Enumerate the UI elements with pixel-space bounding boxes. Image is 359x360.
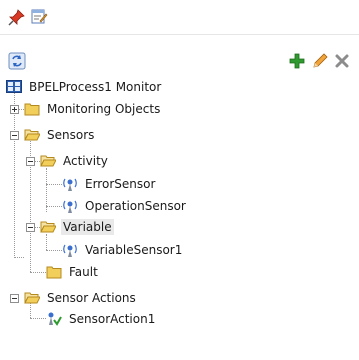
pin-icon[interactable] (8, 8, 28, 28)
folder-open-icon (40, 219, 57, 235)
collapse-toggle-variable[interactable] (26, 223, 35, 232)
top-toolbar (0, 0, 359, 34)
tree-item-label: BPELProcess1 Monitor (29, 80, 162, 94)
sensor-icon (62, 242, 78, 258)
tree-line (46, 184, 62, 185)
tree-item-label: ErrorSensor (85, 177, 156, 191)
folder-icon (24, 101, 40, 117)
tree-item-label: Sensors (47, 128, 95, 142)
tree-item-error-sensor[interactable]: ErrorSensor (62, 173, 157, 195)
folder-open-icon (24, 290, 41, 306)
actions-bar (0, 50, 359, 74)
tree-item-label: Sensor Actions (47, 291, 136, 305)
collapse-toggle-sensors[interactable] (10, 131, 19, 140)
tree-line (14, 92, 15, 258)
pencil-icon[interactable] (311, 52, 331, 72)
tree-item-label: SensorAction1 (69, 312, 156, 326)
edit-document-icon[interactable] (30, 7, 50, 27)
tree-item-label: Variable (61, 219, 114, 235)
collapse-toggle-activity[interactable] (26, 157, 35, 166)
tree-item-root[interactable]: BPELProcess1 Monitor (6, 76, 163, 98)
tree-item-label: OperationSensor (85, 199, 186, 213)
tree-line (30, 318, 46, 319)
tree-line (46, 250, 62, 251)
folder-open-icon (40, 153, 57, 169)
tree-item-sensor-actions[interactable]: Sensor Actions (24, 287, 138, 309)
tree-item-monitoring-objects[interactable]: Monitoring Objects (24, 98, 162, 120)
tree-line (46, 206, 62, 207)
sensor-icon (62, 176, 78, 192)
tree-item-variable[interactable]: Variable (40, 216, 114, 238)
tree-line (14, 257, 24, 258)
refresh-icon[interactable] (8, 52, 28, 72)
tree-item-label: Fault (69, 265, 98, 279)
monitor-icon (6, 79, 22, 95)
tree-item-label: VariableSensor1 (85, 243, 183, 257)
folder-icon (46, 264, 62, 280)
toolbar-divider (0, 34, 359, 35)
add-icon[interactable] (288, 52, 308, 72)
tree-item-fault[interactable]: Fault (46, 261, 100, 283)
tree-item-variable-sensor[interactable]: VariableSensor1 (62, 239, 184, 261)
delete-icon[interactable] (333, 52, 353, 72)
sensor-action-icon (46, 311, 62, 327)
expand-toggle-monitoring-objects[interactable] (10, 105, 19, 114)
monitor-tree: BPELProcess1 Monitor Monitoring Objects … (0, 76, 359, 360)
tree-item-label: Activity (63, 154, 108, 168)
tree-item-sensors[interactable]: Sensors (24, 124, 96, 146)
tree-item-sensor-action[interactable]: SensorAction1 (46, 308, 157, 330)
tree-item-activity[interactable]: Activity (40, 150, 110, 172)
tree-item-operation-sensor[interactable]: OperationSensor (62, 195, 188, 217)
sensor-icon (62, 198, 78, 214)
collapse-toggle-sensor-actions[interactable] (10, 294, 19, 303)
tree-line (30, 272, 46, 273)
folder-open-icon (24, 127, 41, 143)
tree-item-label: Monitoring Objects (47, 102, 161, 116)
